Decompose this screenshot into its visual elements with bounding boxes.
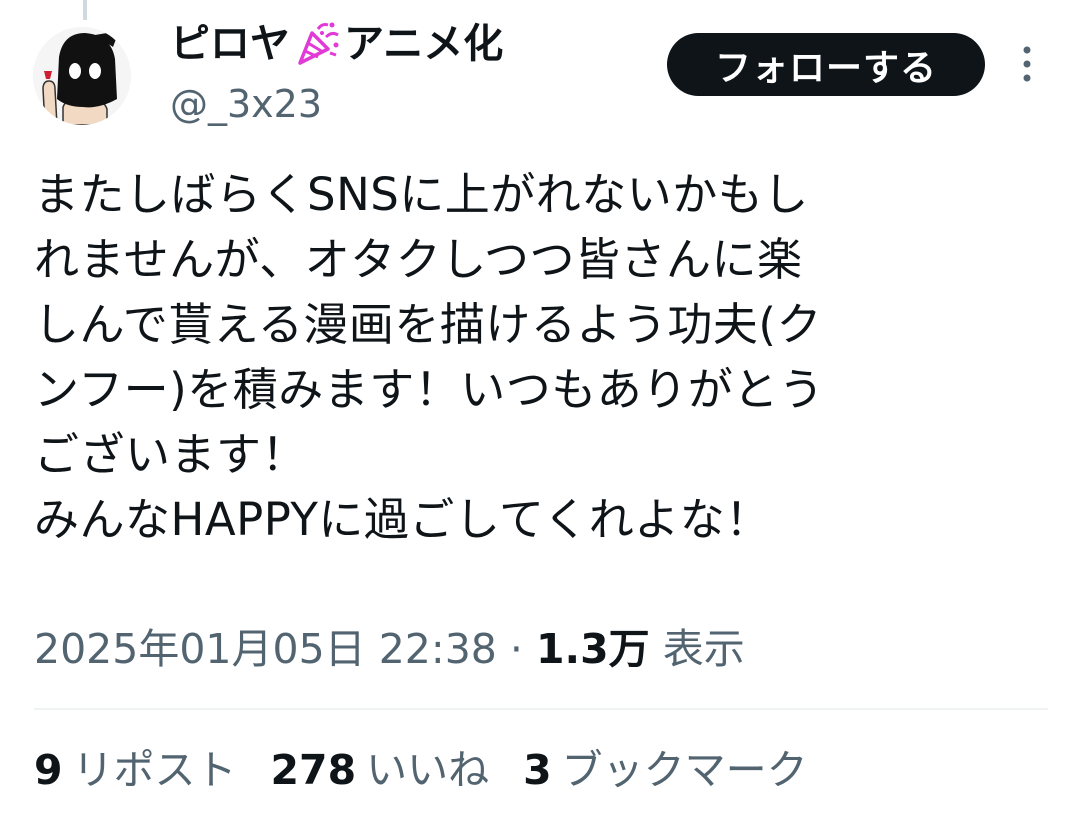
author-name-part2: アニメ化 xyxy=(344,21,504,67)
likes-stat[interactable]: 278 いいね xyxy=(271,740,490,800)
meta-separator: · xyxy=(509,625,523,673)
tweet-text-line: ございます！ xyxy=(34,428,308,481)
views-label: 表示 xyxy=(662,625,745,673)
tweet-text-line: ンフー)を積みます！いつもありがとう xyxy=(34,363,825,416)
tweet-text-line: れませんが、オタクしつつ皆さんに楽 xyxy=(34,233,803,286)
reposts-stat[interactable]: 9 リポスト xyxy=(34,740,237,800)
reposts-label: リポスト xyxy=(72,746,237,794)
author-name-part1: ピロヤ xyxy=(170,21,290,67)
author-display-name[interactable]: ピロヤ アニメ化 xyxy=(170,16,503,72)
follow-button[interactable]: フォローする xyxy=(667,33,985,96)
likes-label: いいね xyxy=(366,746,490,794)
party-popper-icon xyxy=(292,19,342,69)
divider xyxy=(34,708,1048,710)
tweet-meta: 2025年01月05日 22:38 · 1.3万 表示 xyxy=(34,620,745,678)
bookmarks-label: ブックマーク xyxy=(561,746,808,794)
author-handle[interactable]: @_3x23 xyxy=(170,78,322,130)
tweet-text-line: みんなHAPPYに過ごしてくれよな！ xyxy=(34,493,771,546)
reposts-count: 9 xyxy=(34,746,63,794)
views-count[interactable]: 1.3万 xyxy=(536,625,650,673)
tweet-timestamp[interactable]: 2025年01月05日 22:38 xyxy=(34,625,497,673)
avatar-image xyxy=(33,27,131,125)
bookmarks-stat[interactable]: 3 ブックマーク xyxy=(523,740,808,800)
tweet-text: またしばらくSNSに上がれないかもし れませんが、オタクしつつ皆さんに楽 しんで… xyxy=(34,162,1034,552)
bookmarks-count: 3 xyxy=(523,746,552,794)
engagement-stats: 9 リポスト 278 いいね 3 ブックマーク xyxy=(34,740,842,800)
tweet-text-line: しんで貰える漫画を描けるよう功夫(ク xyxy=(34,298,822,351)
avatar[interactable] xyxy=(33,27,131,125)
more-options-icon[interactable] xyxy=(1012,42,1042,86)
tweet-text-line: またしばらくSNSに上がれないかもし xyxy=(34,168,809,221)
thread-connector-line xyxy=(83,0,87,20)
likes-count: 278 xyxy=(270,746,357,794)
